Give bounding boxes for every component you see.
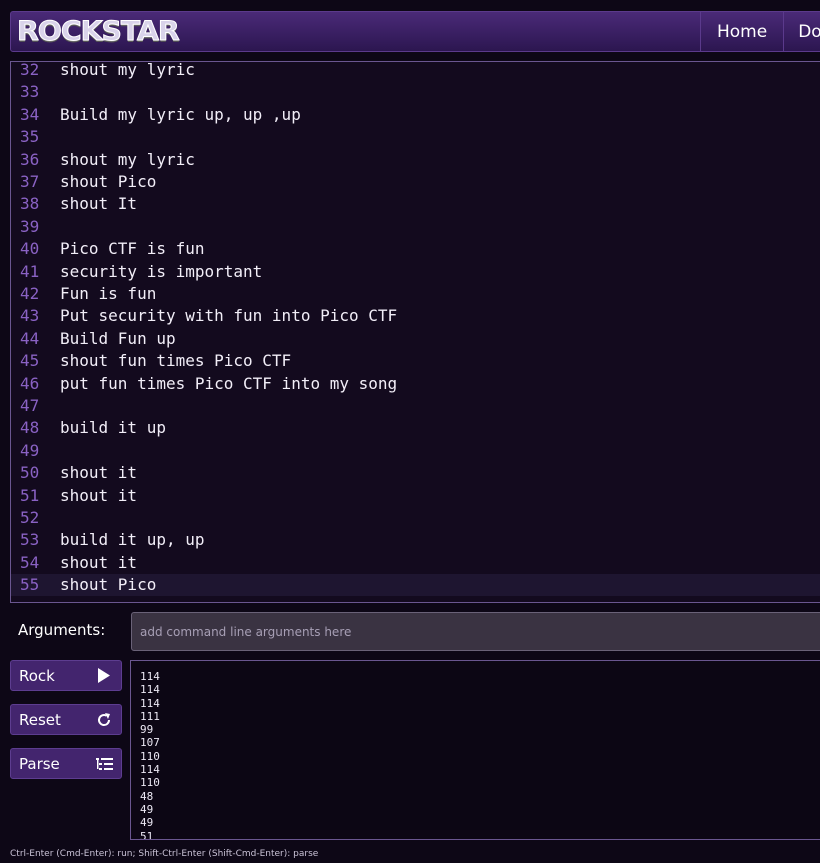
refresh-icon (95, 711, 113, 729)
parse-button[interactable]: Parse (10, 748, 122, 779)
editor-line[interactable]: 40 Pico CTF is fun (11, 238, 820, 260)
code-text: build it up, up (60, 530, 205, 550)
line-number: 34 (20, 104, 40, 124)
output-line: 114 (140, 696, 160, 710)
code-text: shout fun times Pico CTF (60, 351, 292, 371)
parse-button-label: Parse (19, 754, 60, 773)
reset-button[interactable]: Reset (10, 704, 122, 735)
editor-line[interactable]: 50 shout it (11, 462, 820, 484)
line-number: 47 (20, 396, 40, 415)
output-line: 110 (140, 749, 160, 763)
output-panel[interactable]: 114 114 114 111 99 107 110 114 110 48 49 49 51 (130, 660, 820, 840)
output-line: 49 (140, 802, 154, 816)
line-number: 42 (20, 284, 40, 303)
code-text: Put security with fun into Pico CTF (60, 306, 398, 326)
output-line: 99 (140, 723, 154, 737)
editor-line[interactable]: 49 (11, 440, 820, 462)
editor-line[interactable]: 35 (11, 126, 820, 148)
editor-line[interactable]: 37 shout Pico (11, 171, 820, 193)
play-icon (95, 667, 113, 685)
line-number: 43 (20, 306, 40, 326)
line-number: 41 (20, 261, 40, 281)
editor-line[interactable]: 51 shout it (11, 485, 820, 507)
code-text: shout Pico (60, 575, 157, 595)
editor-line[interactable]: 53 build it up, up (11, 529, 820, 551)
keyboard-shortcut-hint: Ctrl-Enter (Cmd-Enter): run; Shift-Ctrl-… (10, 849, 319, 859)
editor-line[interactable]: 32 shout my lyric (11, 61, 820, 81)
editor-line[interactable]: 42 Fun is fun (11, 283, 820, 305)
line-number: 40 (20, 239, 40, 259)
line-number: 50 (20, 463, 40, 483)
editor-line[interactable]: 48 build it up (11, 417, 820, 439)
editor-line[interactable]: 45 shout fun times Pico CTF (11, 350, 820, 372)
reset-button-label: Reset (19, 710, 61, 729)
list-tree-icon (95, 755, 113, 773)
code-text: Fun is fun (60, 284, 157, 303)
output-line: 107 (140, 736, 160, 750)
code-text: build it up (60, 418, 166, 438)
code-text: shout it (60, 552, 138, 572)
line-number: 45 (20, 351, 40, 371)
output-line: 111 (140, 709, 160, 723)
line-number: 38 (20, 194, 40, 214)
line-number: 39 (20, 216, 40, 236)
editor-line[interactable]: 52 (11, 507, 820, 529)
code-editor[interactable]: 32 shout my lyric 33 34 Build my lyric up, u… (10, 61, 820, 603)
output-line: 110 (140, 776, 160, 790)
line-number: 46 (20, 373, 40, 393)
editor-line[interactable]: 44 Build Fun up (11, 328, 820, 350)
code-text: shout it (60, 485, 138, 505)
code-text: shout It (60, 194, 138, 214)
output-line: 51 (140, 829, 154, 840)
line-number: 37 (20, 172, 40, 191)
code-text: Build Fun up (60, 328, 176, 348)
editor-line[interactable]: 55 shout Pico (11, 574, 820, 597)
editor-line[interactable]: 36 shout my lyric (11, 149, 820, 171)
line-number: 48 (20, 418, 40, 438)
line-number: 54 (20, 552, 40, 572)
line-number: 35 (20, 127, 40, 147)
editor-line[interactable]: 43 Put security with fun into Pico CTF (11, 305, 820, 327)
code-text: shout it (60, 463, 138, 483)
output-line: 48 (140, 789, 154, 803)
editor-line[interactable]: 54 shout it (11, 552, 820, 574)
editor-line[interactable]: 34 Build my lyric up, up ,up (11, 104, 820, 126)
rockstar-logo[interactable]: ROCKSTAR (16, 15, 180, 47)
editor-line[interactable]: 41 security is important (11, 261, 820, 283)
output-line: 114 (140, 670, 160, 683)
editor-line[interactable]: 33 (11, 81, 820, 103)
output-line: 114 (140, 683, 160, 697)
line-number: 49 (20, 440, 40, 460)
line-number: 36 (20, 149, 40, 169)
line-number: 33 (20, 82, 40, 102)
arguments-label: Arguments: (18, 621, 106, 639)
line-number: 52 (20, 508, 40, 527)
editor-line[interactable]: 47 (11, 395, 820, 417)
editor-line[interactable]: 38 shout It (11, 193, 820, 215)
line-number: 51 (20, 485, 40, 505)
rock-button[interactable]: Rock (10, 660, 122, 691)
rock-button-label: Rock (19, 666, 55, 685)
code-text: shout Pico (60, 172, 157, 191)
code-text: shout my lyric (60, 149, 195, 169)
line-number: 53 (20, 530, 40, 550)
line-number: 32 (20, 61, 40, 79)
code-text: Build my lyric up, up ,up (60, 104, 301, 124)
code-text: security is important (60, 261, 263, 281)
code-text: Pico CTF is fun (60, 239, 205, 259)
nav-home[interactable]: Home (700, 12, 783, 51)
output-line: 114 (140, 763, 160, 777)
editor-line[interactable]: 46 put fun times Pico CTF into my song (11, 373, 820, 395)
editor-line[interactable]: 39 (11, 216, 820, 238)
arguments-input[interactable] (131, 612, 820, 651)
output-line: 49 (140, 816, 154, 830)
top-bar: ROCKSTAR Home Do (10, 11, 820, 52)
main-nav: Home Do (700, 12, 820, 51)
line-number: 44 (20, 328, 40, 348)
code-text: put fun times Pico CTF into my song (60, 373, 398, 393)
nav-docs[interactable]: Do (783, 12, 820, 51)
line-number: 55 (20, 575, 40, 595)
code-text: shout my lyric (60, 61, 195, 79)
